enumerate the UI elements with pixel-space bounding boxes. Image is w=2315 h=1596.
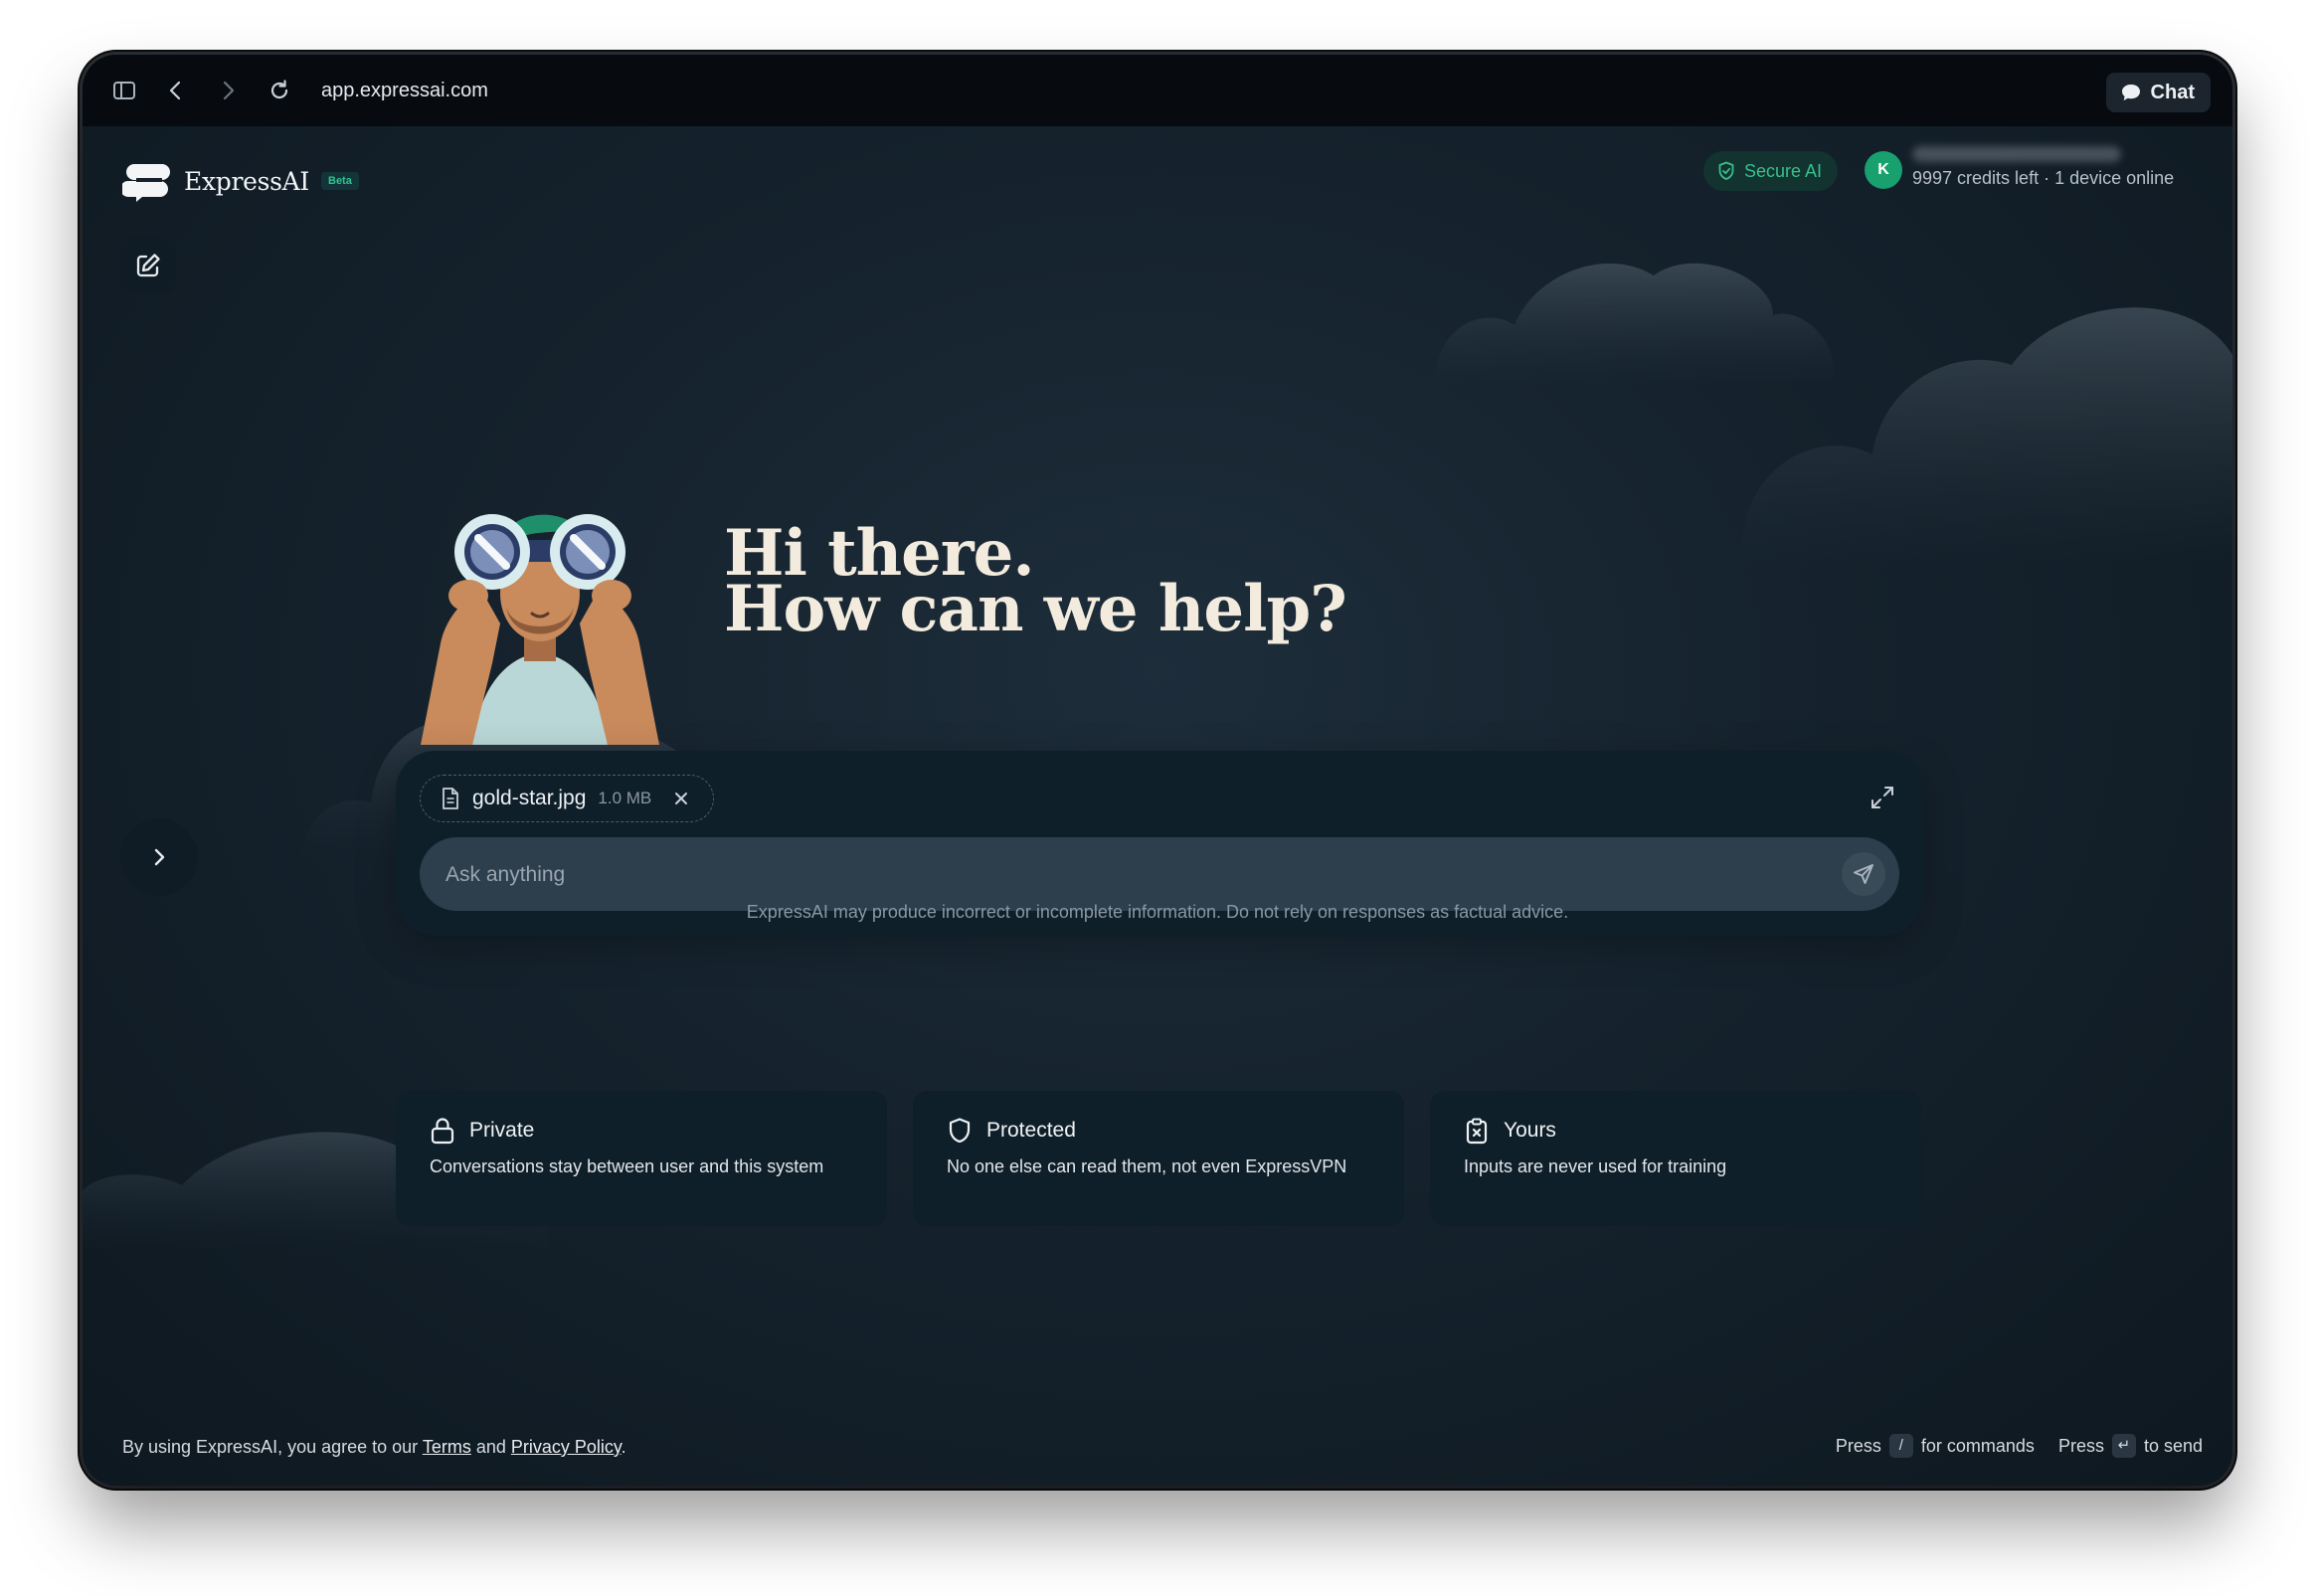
disclaimer-text: ExpressAI may produce incorrect or incom…	[746, 902, 1569, 922]
attachment-file-name: gold-star.jpg	[472, 787, 587, 809]
forward-icon[interactable]	[214, 77, 242, 104]
avatar[interactable]: K	[1865, 151, 1902, 189]
file-icon	[443, 788, 458, 809]
feature-title: Protected	[986, 1119, 1076, 1142]
secure-ai-label: Secure AI	[1744, 160, 1823, 181]
feature-title: Private	[469, 1119, 535, 1142]
feature-card-private: Private Conversations stay between user …	[396, 1091, 887, 1226]
reload-icon[interactable]	[266, 77, 293, 104]
brand-name: ExpressAI	[184, 166, 309, 196]
app-page: ExpressAI Beta Secure AI K 9997 credits …	[83, 126, 2232, 1486]
terms-and: and	[470, 1437, 511, 1457]
chevron-right-icon	[154, 848, 165, 866]
binoculars-mascot-illustration	[421, 514, 659, 745]
address-bar[interactable]: app.expressai.com	[321, 55, 488, 126]
keyboard-hints: Press / for commands Press ↵ to send	[1836, 1434, 2203, 1458]
back-icon[interactable]	[162, 77, 190, 104]
feature-card-yours: Yours Inputs are never used for training	[1430, 1091, 1921, 1226]
expand-icon[interactable]	[1870, 785, 1895, 810]
clipboard-x-icon	[1466, 1118, 1488, 1145]
feature-description: Conversations stay between user and this…	[430, 1156, 824, 1176]
expressai-logo-icon	[122, 164, 170, 202]
shield-icon	[949, 1118, 971, 1144]
hint-press-label: Press	[2057, 1435, 2104, 1456]
brand-logo[interactable]: ExpressAI Beta	[122, 160, 359, 202]
terms-notice: By using ExpressAI, you agree to our Ter…	[122, 1437, 626, 1458]
chat-button[interactable]: Chat	[2105, 73, 2211, 112]
slash-key: /	[1888, 1434, 1913, 1458]
send-icon	[1854, 864, 1873, 884]
secure-ai-badge[interactable]: Secure AI	[1703, 151, 1839, 191]
feature-title: Yours	[1504, 1119, 1556, 1142]
terms-prefix: By using ExpressAI, you agree to our	[122, 1437, 423, 1457]
terms-suffix: .	[621, 1437, 626, 1457]
expand-sidebar-button[interactable]	[120, 818, 198, 896]
feature-description: No one else can read them, not even Expr…	[947, 1156, 1347, 1176]
feature-description: Inputs are never used for training	[1464, 1156, 1727, 1176]
greeting-heading: Hi there. How can we help?	[724, 522, 1347, 646]
shield-check-icon	[1718, 161, 1734, 180]
lock-icon	[431, 1118, 454, 1145]
sidebar-toggle-icon[interactable]	[110, 77, 138, 104]
send-button[interactable]	[1842, 852, 1885, 896]
attachment-chip[interactable]: gold-star.jpg 1.0 MB	[420, 775, 715, 822]
hint-press-label: Press	[1835, 1435, 1881, 1456]
message-input-container	[420, 837, 1899, 913]
hint-send-label: to send	[2143, 1435, 2203, 1456]
new-chat-button[interactable]	[120, 238, 176, 293]
feature-card-protected: Protected No one else can read them, not…	[913, 1091, 1404, 1226]
chat-button-label: Chat	[2150, 81, 2195, 103]
account-status: 9997 credits left · 1 device online	[1912, 168, 2175, 188]
enter-key: ↵	[2111, 1434, 2136, 1458]
greeting-line-2: How can we help?	[724, 572, 1347, 646]
account-email-redacted	[1912, 146, 2121, 162]
chat-bubble-icon	[2121, 85, 2140, 100]
privacy-policy-link[interactable]: Privacy Policy	[511, 1437, 622, 1457]
beta-badge: Beta	[321, 172, 359, 190]
browser-toolbar: app.expressai.com Chat	[83, 55, 2232, 127]
edit-icon	[136, 254, 160, 277]
attachment-file-size: 1.0 MB	[598, 789, 652, 807]
browser-window: app.expressai.com Chat ExpressAI Beta Se…	[83, 55, 2232, 1486]
remove-attachment-icon[interactable]	[671, 789, 691, 808]
hint-commands-label: for commands	[1920, 1435, 2035, 1456]
terms-link[interactable]: Terms	[423, 1437, 471, 1457]
